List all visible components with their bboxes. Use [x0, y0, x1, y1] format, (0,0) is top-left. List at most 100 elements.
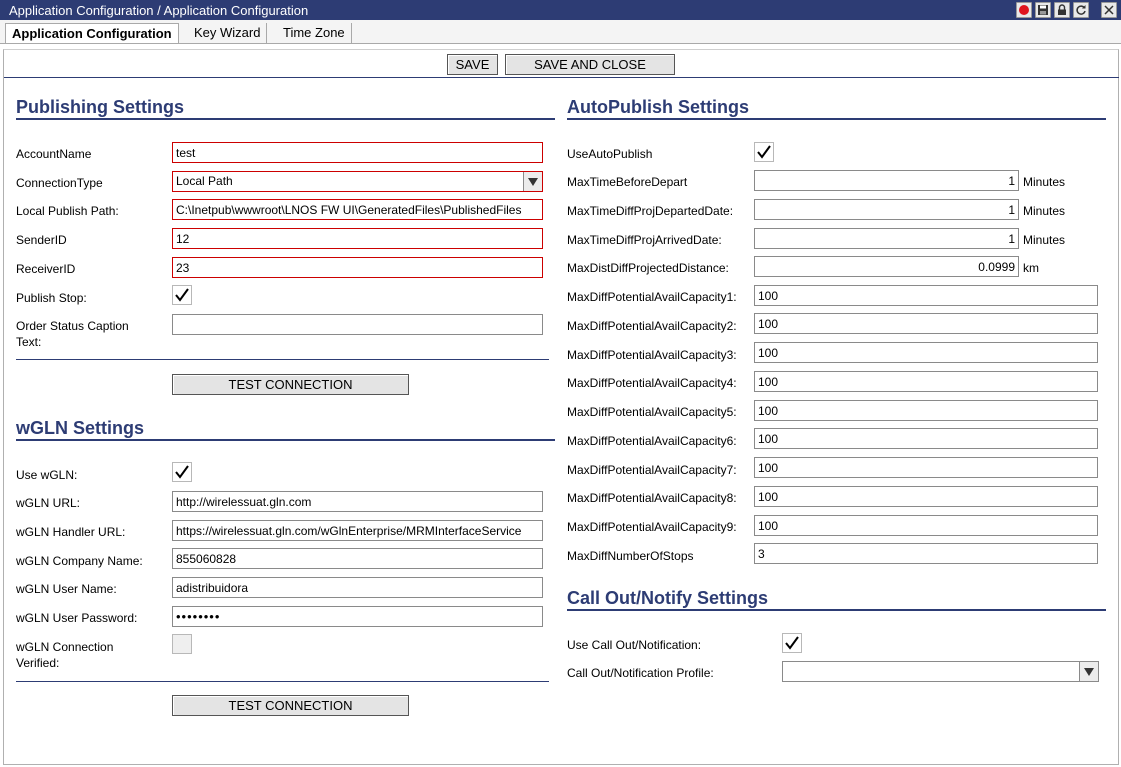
max-time-diff-arrived-unit: Minutes	[1023, 233, 1066, 247]
connection-type-select[interactable]: Local Path	[172, 171, 543, 192]
window-title-bar: Application Configuration / Application …	[0, 0, 1121, 20]
save-and-close-button[interactable]: SAVE AND CLOSE	[505, 54, 675, 75]
max-dist-diff-label: MaxDistDiffProjectedDistance:	[567, 261, 729, 275]
max-time-before-depart-input[interactable]	[754, 170, 1019, 191]
checkmark-icon	[785, 636, 799, 650]
wgln-company-name-label: wGLN Company Name:	[16, 554, 143, 568]
max-dist-diff-unit: km	[1023, 261, 1039, 275]
wgln-connection-verified-checkbox[interactable]	[172, 634, 192, 654]
tab-strip: Application Configuration Key Wizard Tim…	[0, 20, 1121, 44]
publish-stop-checkbox[interactable]	[172, 285, 192, 305]
capacity-8-label: MaxDiffPotentialAvailCapacity8:	[567, 491, 737, 505]
use-autopublish-label: UseAutoPublish	[567, 147, 653, 161]
capacity-5-label: MaxDiffPotentialAvailCapacity5:	[567, 405, 737, 419]
publishing-settings-rule	[16, 118, 555, 120]
max-time-before-depart-label: MaxTimeBeforeDepart	[567, 175, 688, 189]
tab-time-zone[interactable]: Time Zone	[277, 23, 352, 43]
max-time-before-depart-unit: Minutes	[1023, 175, 1066, 189]
chevron-down-icon[interactable]	[523, 172, 542, 191]
max-diff-stops-label: MaxDiffNumberOfStops	[567, 549, 694, 563]
tab-application-configuration[interactable]: Application Configuration	[5, 23, 179, 43]
receiver-id-input[interactable]	[172, 257, 543, 278]
capacity-4-label: MaxDiffPotentialAvailCapacity4:	[567, 376, 737, 390]
capacity-6-label: MaxDiffPotentialAvailCapacity6:	[567, 434, 737, 448]
receiver-id-label: ReceiverID	[16, 262, 76, 276]
capacity-6-input[interactable]	[754, 428, 1098, 449]
capacity-1-input[interactable]	[754, 285, 1098, 306]
connection-type-label: ConnectionType	[16, 176, 103, 190]
publishing-settings-title: Publishing Settings	[16, 97, 185, 117]
capacity-5-input[interactable]	[754, 400, 1098, 421]
autopublish-settings-rule	[567, 118, 1106, 120]
order-status-caption-input[interactable]	[172, 314, 543, 335]
capacity-7-label: MaxDiffPotentialAvailCapacity7:	[567, 463, 737, 477]
wgln-settings-title: wGLN Settings	[16, 418, 145, 438]
wgln-divider	[16, 681, 549, 682]
tab-key-wizard[interactable]: Key Wizard	[188, 23, 268, 43]
max-time-diff-departed-label: MaxTimeDiffProjDepartedDate:	[567, 204, 734, 218]
order-status-caption-label: Order Status Caption Text:	[16, 319, 129, 349]
tab-divider	[0, 43, 1121, 44]
sender-id-input[interactable]	[172, 228, 543, 249]
checkmark-icon	[757, 145, 771, 159]
publishing-divider	[16, 359, 549, 360]
lock-icon[interactable]	[1054, 2, 1070, 18]
wgln-user-password-label: wGLN User Password:	[16, 611, 138, 625]
capacity-9-input[interactable]	[754, 515, 1098, 536]
connection-type-value: Local Path	[176, 174, 233, 188]
wgln-handler-url-input[interactable]	[172, 520, 543, 541]
wgln-test-connection-button[interactable]: TEST CONNECTION	[172, 695, 409, 716]
local-publish-path-label: Local Publish Path:	[16, 204, 119, 218]
wgln-connection-verified-label: wGLN Connection Verified:	[16, 640, 114, 670]
wgln-company-name-input[interactable]	[172, 548, 543, 569]
capacity-2-input[interactable]	[754, 313, 1098, 334]
use-callout-checkbox[interactable]	[782, 633, 802, 653]
use-callout-label: Use Call Out/Notification:	[567, 638, 702, 652]
max-time-diff-arrived-label: MaxTimeDiffProjArrivedDate:	[567, 233, 722, 247]
capacity-9-label: MaxDiffPotentialAvailCapacity9:	[567, 520, 737, 534]
capacity-7-input[interactable]	[754, 457, 1098, 478]
toolbar-divider	[4, 77, 1119, 78]
chevron-down-icon[interactable]	[1079, 662, 1098, 681]
publish-stop-label: Publish Stop:	[16, 291, 87, 305]
use-wgln-checkbox[interactable]	[172, 462, 192, 482]
save-button[interactable]: SAVE	[447, 54, 498, 75]
capacity-3-label: MaxDiffPotentialAvailCapacity3:	[567, 348, 737, 362]
wgln-user-password-input[interactable]	[172, 606, 543, 627]
checkmark-icon	[175, 465, 189, 479]
account-name-label: AccountName	[16, 147, 92, 161]
callout-profile-label: Call Out/Notification Profile:	[567, 666, 714, 680]
max-dist-diff-input[interactable]	[754, 256, 1019, 277]
close-icon[interactable]	[1101, 2, 1117, 18]
callout-settings-rule	[567, 609, 1106, 611]
wgln-url-input[interactable]	[172, 491, 543, 512]
capacity-1-label: MaxDiffPotentialAvailCapacity1:	[567, 290, 737, 304]
window-title: Application Configuration / Application …	[9, 3, 309, 18]
max-diff-stops-input[interactable]	[754, 543, 1098, 564]
local-publish-path-input[interactable]	[172, 199, 543, 220]
wgln-handler-url-label: wGLN Handler URL:	[16, 525, 126, 539]
capacity-4-input[interactable]	[754, 371, 1098, 392]
wgln-url-label: wGLN URL:	[16, 496, 81, 510]
checkmark-icon	[175, 288, 189, 302]
use-wgln-label: Use wGLN:	[16, 468, 78, 482]
callout-profile-select[interactable]	[782, 661, 1099, 682]
max-time-diff-departed-unit: Minutes	[1023, 204, 1066, 218]
max-time-diff-departed-input[interactable]	[754, 199, 1019, 220]
capacity-2-label: MaxDiffPotentialAvailCapacity2:	[567, 319, 737, 333]
wgln-user-name-label: wGLN User Name:	[16, 582, 117, 596]
save-icon[interactable]	[1035, 2, 1051, 18]
autopublish-settings-title: AutoPublish Settings	[567, 97, 749, 117]
capacity-8-input[interactable]	[754, 486, 1098, 507]
use-autopublish-checkbox[interactable]	[754, 142, 774, 162]
max-time-diff-arrived-input[interactable]	[754, 228, 1019, 249]
callout-settings-title: Call Out/Notify Settings	[567, 588, 769, 608]
record-icon[interactable]	[1016, 2, 1032, 18]
capacity-3-input[interactable]	[754, 342, 1098, 363]
wgln-user-name-input[interactable]	[172, 577, 543, 598]
refresh-icon[interactable]	[1073, 2, 1089, 18]
wgln-settings-rule	[16, 439, 555, 441]
account-name-input[interactable]	[172, 142, 543, 163]
sender-id-label: SenderID	[16, 233, 67, 247]
publishing-test-connection-button[interactable]: TEST CONNECTION	[172, 374, 409, 395]
